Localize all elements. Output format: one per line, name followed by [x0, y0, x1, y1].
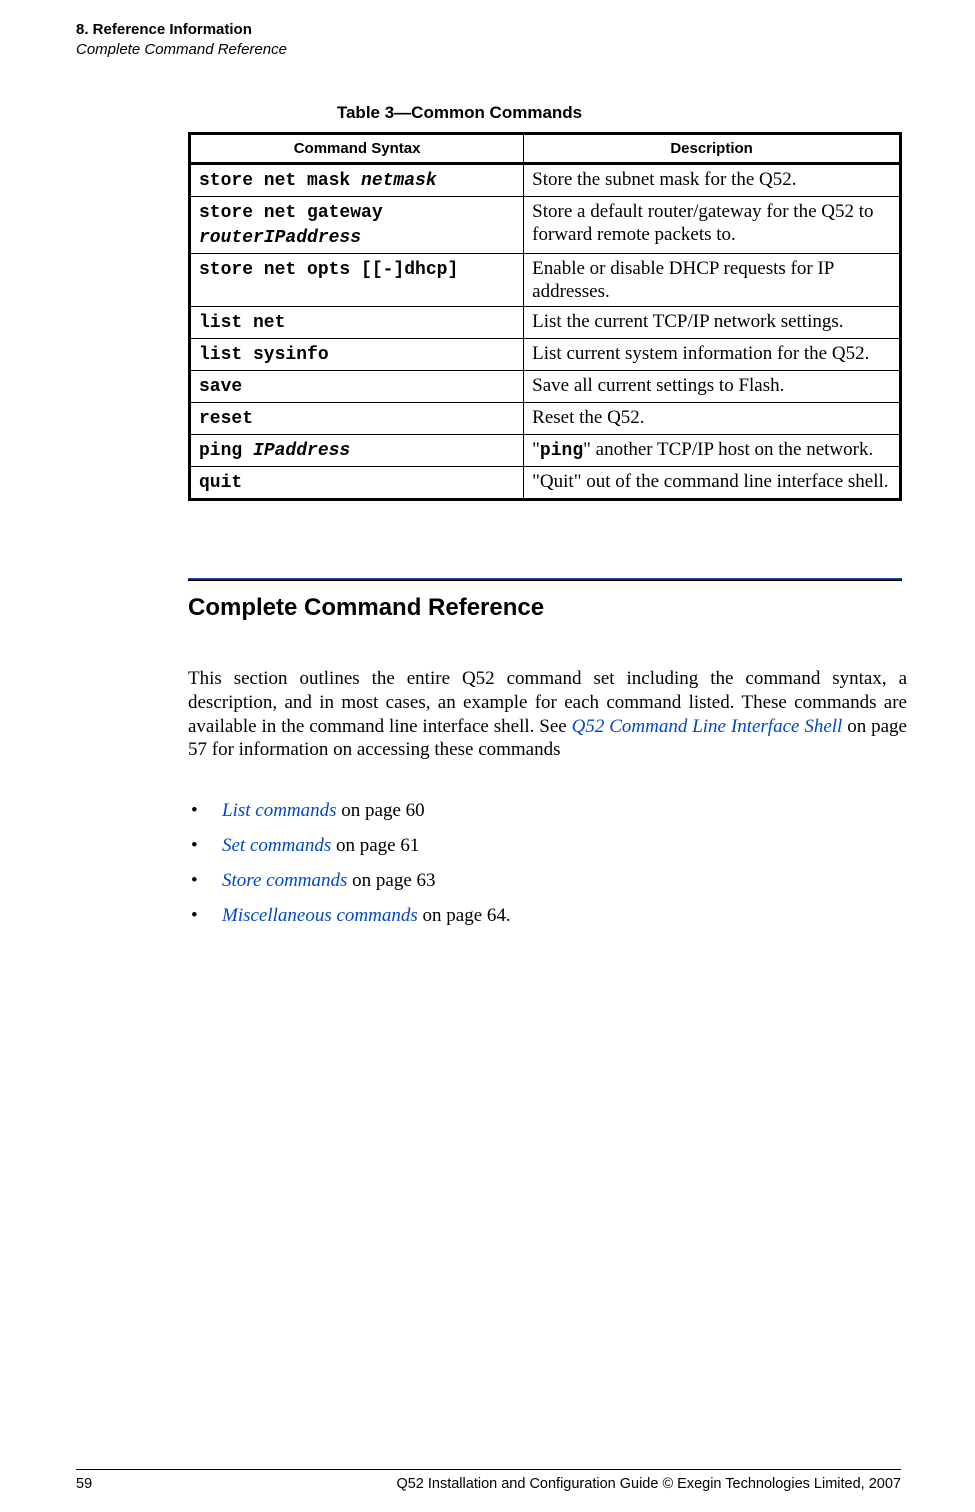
- table-row: reset Reset the Q52.: [190, 403, 901, 435]
- xref-link[interactable]: Q52 Command Line Interface Shell: [572, 716, 843, 737]
- page-footer: 59 Q52 Installation and Configuration Gu…: [76, 1476, 901, 1492]
- table-header-row: Command Syntax Description: [190, 134, 901, 164]
- list-item: Set commands on page 61: [188, 835, 902, 857]
- table-row: list net List the current TCP/IP network…: [190, 307, 901, 339]
- page-number: 59: [76, 1476, 92, 1492]
- command-syntax-cell: reset: [190, 403, 524, 435]
- common-commands-table: Command Syntax Description store net mas…: [188, 132, 902, 501]
- xref-link[interactable]: Store commands: [222, 870, 347, 891]
- command-syntax-cell: ping IPaddress: [190, 435, 524, 467]
- footer-text: Q52 Installation and Configuration Guide…: [396, 1476, 901, 1492]
- page-header: 8. Reference Information Complete Comman…: [76, 20, 287, 59]
- table-row: list sysinfo List current system informa…: [190, 339, 901, 371]
- xref-link[interactable]: Set commands: [222, 835, 331, 856]
- table-caption: Table 3—Common Commands: [0, 103, 919, 123]
- body-paragraph: This section outlines the entire Q52 com…: [188, 667, 907, 762]
- description-cell: "ping" another TCP/IP host on the networ…: [524, 435, 901, 467]
- description-cell: List current system information for the …: [524, 339, 901, 371]
- chapter-label: 8. Reference Information: [76, 20, 287, 40]
- table-row: store net opts [[-]dhcp] Enable or disab…: [190, 253, 901, 306]
- table-row: save Save all current settings to Flash.: [190, 371, 901, 403]
- description-cell: Reset the Q52.: [524, 403, 901, 435]
- description-cell: Store the subnet mask for the Q52.: [524, 164, 901, 197]
- table-row: store net gateway routerIPaddress Store …: [190, 196, 901, 253]
- description-cell: Store a default router/gateway for the Q…: [524, 196, 901, 253]
- description-cell: "Quit" out of the command line interface…: [524, 466, 901, 499]
- command-syntax-cell: save: [190, 371, 524, 403]
- table-row: ping IPaddress "ping" another TCP/IP hos…: [190, 435, 901, 467]
- xref-link[interactable]: List commands: [222, 800, 337, 821]
- command-syntax-cell: store net opts [[-]dhcp]: [190, 253, 524, 306]
- list-item-text: on page 63: [347, 870, 435, 891]
- list-item-text: on page 61: [331, 835, 419, 856]
- command-syntax-cell: store net gateway routerIPaddress: [190, 196, 524, 253]
- table-row: store net mask netmask Store the subnet …: [190, 164, 901, 197]
- description-cell: Enable or disable DHCP requests for IP a…: [524, 253, 901, 306]
- table-row: quit "Quit" out of the command line inte…: [190, 466, 901, 499]
- list-item: Store commands on page 63: [188, 870, 902, 892]
- bullet-list: List commands on page 60 Set commands on…: [188, 800, 902, 940]
- list-item: Miscellaneous commands on page 64.: [188, 905, 902, 927]
- command-syntax-cell: store net mask netmask: [190, 164, 524, 197]
- col-command-syntax: Command Syntax: [190, 134, 524, 164]
- xref-link[interactable]: Miscellaneous commands: [222, 905, 418, 926]
- section-label: Complete Command Reference: [76, 40, 287, 60]
- section-heading: Complete Command Reference: [188, 594, 544, 622]
- description-cell: List the current TCP/IP network settings…: [524, 307, 901, 339]
- list-item-text: on page 60: [337, 800, 425, 821]
- command-syntax-cell: list net: [190, 307, 524, 339]
- list-item: List commands on page 60: [188, 800, 902, 822]
- command-syntax-cell: quit: [190, 466, 524, 499]
- footer-divider: [76, 1469, 901, 1470]
- list-item-text: on page 64.: [418, 905, 511, 926]
- section-divider: [188, 578, 902, 581]
- col-description: Description: [524, 134, 901, 164]
- description-cell: Save all current settings to Flash.: [524, 371, 901, 403]
- command-syntax-cell: list sysinfo: [190, 339, 524, 371]
